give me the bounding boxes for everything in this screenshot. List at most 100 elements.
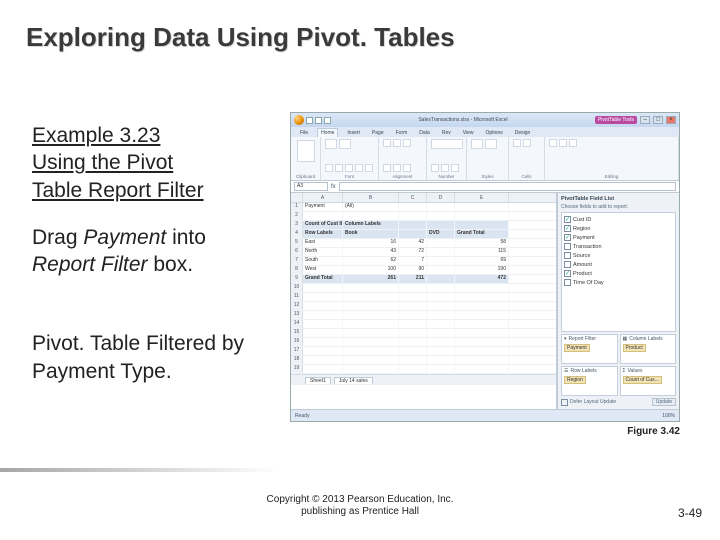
area-item-product: Product bbox=[623, 344, 646, 352]
sum-icon bbox=[549, 139, 557, 147]
comma-icon bbox=[451, 164, 459, 172]
col-E: E bbox=[455, 193, 509, 202]
sheet-tab: July 14 sales bbox=[334, 377, 373, 384]
row-south: South bbox=[303, 257, 343, 265]
defer-label: Defer Layout Update bbox=[570, 399, 616, 405]
checkbox-icon bbox=[564, 270, 571, 277]
maximize-button: □ bbox=[653, 116, 663, 124]
align-icon bbox=[383, 164, 391, 172]
cell: 115 bbox=[455, 248, 509, 256]
field-source: Source bbox=[564, 251, 673, 260]
column-headers: A B C D E bbox=[291, 193, 556, 203]
filter-icon: ▾ bbox=[564, 336, 567, 342]
underline-icon bbox=[345, 164, 353, 172]
group-label: Number bbox=[427, 174, 466, 179]
cell: 261 bbox=[343, 275, 399, 283]
fx-icon: fx bbox=[331, 184, 336, 190]
insert-icon bbox=[513, 139, 521, 147]
tab-file: File bbox=[297, 129, 311, 137]
cell: 69 bbox=[455, 257, 509, 265]
field-timeofday: Time Of Day bbox=[564, 278, 673, 287]
fieldlist-fields: Cust ID Region Payment Transaction Sourc… bbox=[561, 212, 676, 332]
cell: 90 bbox=[399, 266, 427, 274]
instr-field: Payment bbox=[83, 226, 166, 249]
area-label: Row Labels bbox=[570, 368, 596, 374]
tab-data: Data bbox=[416, 129, 433, 137]
fieldlist-areas: ▾Report Filter Payment ▦Column Labels Pr… bbox=[561, 334, 676, 396]
checkbox-icon bbox=[564, 216, 571, 223]
delete-icon bbox=[523, 139, 531, 147]
row-1: 1Payment(All) bbox=[291, 203, 556, 212]
area-row-labels: ☰Row Labels Region bbox=[561, 366, 618, 396]
formula-bar: A3 fx bbox=[291, 181, 679, 193]
area-column-labels: ▦Column Labels Product bbox=[620, 334, 677, 364]
tab-formulas: Form bbox=[393, 129, 411, 137]
ribbon-group-number: Number bbox=[427, 137, 467, 180]
row-4: 4Row LabelsBookDVDGrand Total bbox=[291, 230, 556, 239]
cell: 16 bbox=[343, 239, 399, 247]
ribbon-group-styles: Styles bbox=[467, 137, 509, 180]
field-label: Time Of Day bbox=[573, 280, 604, 286]
body-column: Example 3.23 Using the Pivot Table Repor… bbox=[32, 122, 272, 385]
number-format-icon bbox=[431, 139, 463, 149]
cell: 100 bbox=[343, 266, 399, 274]
window-titlebar: SalesTransactions.xlsx - Microsoft Excel… bbox=[291, 113, 679, 127]
formula-value bbox=[339, 182, 676, 191]
ribbon-group-editing: Editing bbox=[545, 137, 679, 180]
table-format-icon bbox=[485, 139, 497, 149]
col-C: C bbox=[399, 193, 427, 202]
checkbox-icon bbox=[561, 399, 568, 406]
zoom-level: 100% bbox=[662, 413, 675, 419]
window-title: SalesTransactions.xlsx - Microsoft Excel bbox=[333, 117, 593, 123]
fill-icon bbox=[365, 164, 373, 172]
find-icon bbox=[569, 139, 577, 147]
field-label: Cust ID bbox=[573, 217, 591, 223]
sheet-tab: Sheet1 bbox=[305, 377, 331, 384]
row-west: West bbox=[303, 266, 343, 274]
contextual-tab: PivotTable Tools bbox=[595, 116, 637, 124]
decorative-line bbox=[0, 468, 280, 472]
tab-page: Page bbox=[369, 129, 387, 137]
grand-total: Grand Total bbox=[303, 275, 343, 283]
field-payment: Payment bbox=[564, 233, 673, 242]
field-label: Amount bbox=[573, 262, 592, 268]
checkbox-icon bbox=[564, 225, 571, 232]
field-label: Source bbox=[573, 253, 590, 259]
row-16: 16 bbox=[291, 338, 556, 347]
row-8: 8West10090190 bbox=[291, 266, 556, 275]
example-subtitle-1: Using the Pivot bbox=[32, 151, 173, 174]
status-bar: Ready 100% bbox=[291, 409, 679, 421]
area-report-filter: ▾Report Filter Payment bbox=[561, 334, 618, 364]
field-region: Region bbox=[564, 224, 673, 233]
ribbon-group-alignment: Alignment bbox=[379, 137, 427, 180]
row-3: 3Count of Cust IDColumn Labels bbox=[291, 221, 556, 230]
cell: 190 bbox=[455, 266, 509, 274]
row-5: 5East164258 bbox=[291, 239, 556, 248]
copyright-line1: Copyright © 2013 Pearson Education, Inc. bbox=[0, 494, 720, 506]
row-east: East bbox=[303, 239, 343, 247]
area-item-region: Region bbox=[564, 376, 586, 384]
values-icon: Σ bbox=[623, 368, 626, 374]
field-amount: Amount bbox=[564, 260, 673, 269]
cell: 72 bbox=[399, 248, 427, 256]
area-item-count: Count of Cus... bbox=[623, 376, 662, 384]
name-box: A3 bbox=[294, 182, 328, 191]
percent-icon bbox=[441, 164, 449, 172]
paste-icon bbox=[297, 140, 315, 162]
cell: 472 bbox=[455, 275, 509, 283]
row-18: 18 bbox=[291, 356, 556, 365]
align-icon bbox=[403, 139, 411, 147]
office-orb-icon bbox=[294, 115, 304, 125]
tab-home: Home bbox=[317, 128, 338, 137]
row-7: 7South62769 bbox=[291, 257, 556, 266]
border-icon bbox=[355, 164, 363, 172]
sort-icon bbox=[559, 139, 567, 147]
minimize-button: – bbox=[640, 116, 650, 124]
area-item-payment: Payment bbox=[564, 344, 590, 352]
qat-save-icon bbox=[306, 117, 313, 124]
tab-options: Options bbox=[483, 129, 506, 137]
tab-review: Rev bbox=[439, 129, 454, 137]
fieldlist-sub: Choose fields to add to report: bbox=[561, 204, 676, 210]
row-labels: Row Labels bbox=[303, 230, 343, 238]
filtered-text: Pivot. Table Filtered by Payment Type. bbox=[32, 330, 272, 385]
